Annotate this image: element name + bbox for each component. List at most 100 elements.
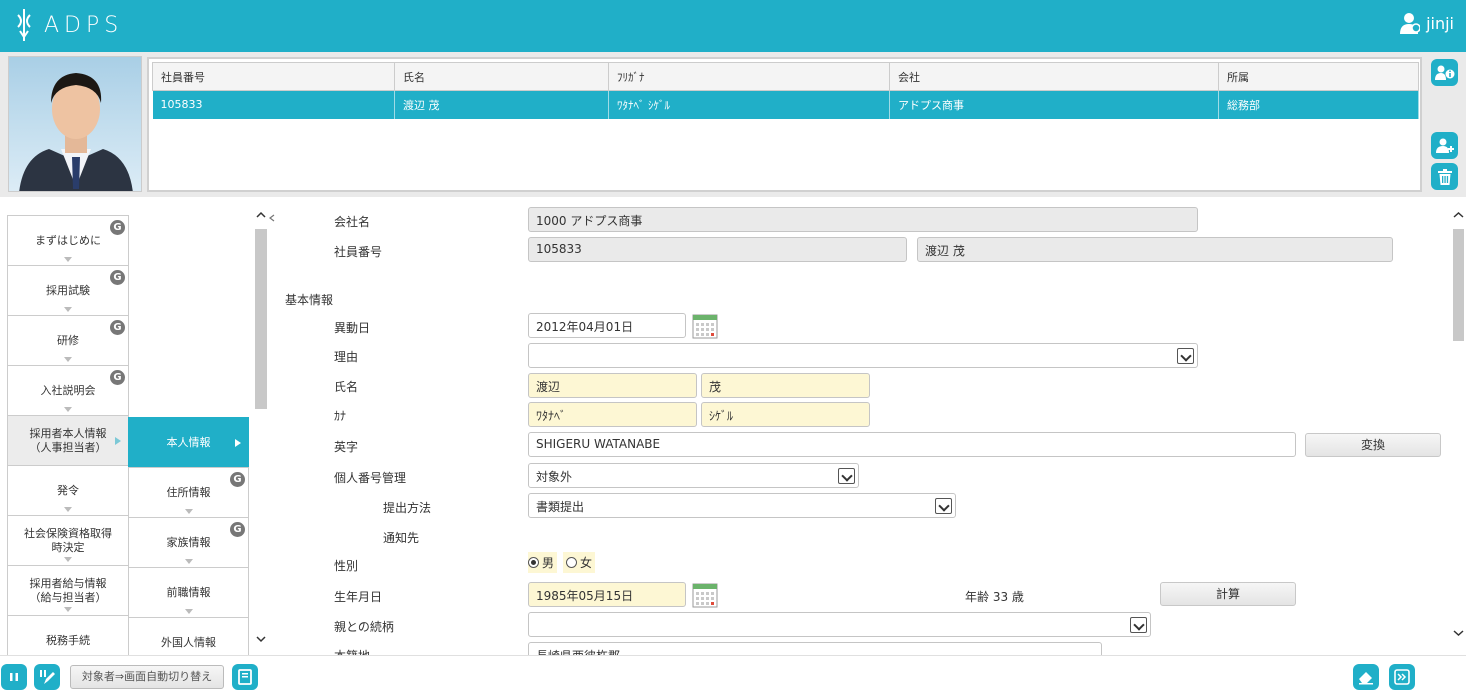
nav-item-recruitment-exam[interactable]: 採用試験 G bbox=[7, 265, 129, 315]
chevron-down-icon bbox=[64, 607, 72, 612]
user-menu[interactable]: jinji bbox=[1400, 12, 1454, 34]
gender-label: 性別 bbox=[334, 559, 359, 573]
gender-male-option[interactable]: 男 bbox=[528, 551, 558, 573]
section-basic-info: 基本情報 bbox=[285, 293, 334, 307]
calendar-icon[interactable] bbox=[692, 313, 718, 339]
col-header-dept[interactable]: 所属 bbox=[1218, 62, 1419, 91]
user-name: jinji bbox=[1426, 13, 1454, 33]
col-header-company[interactable]: 会社 bbox=[889, 62, 1219, 91]
eraser-icon bbox=[1359, 672, 1373, 685]
chevron-down-icon bbox=[64, 307, 72, 312]
chevron-down-icon bbox=[184, 559, 193, 564]
nav-label: 本人情報 bbox=[166, 435, 211, 449]
nav-label: 採用試験 bbox=[46, 283, 90, 297]
form-scrollbar[interactable] bbox=[1451, 197, 1466, 655]
roman-name-input[interactable]: SHIGERU WATANABE bbox=[528, 432, 1296, 457]
add-user-icon bbox=[1435, 138, 1454, 153]
user-info-icon bbox=[1434, 65, 1454, 80]
nav-item-hire-personal-info[interactable]: 採用者本人情報 （人事担当者） bbox=[7, 415, 129, 465]
company-label: 会社名 bbox=[334, 215, 371, 229]
gender-female-option[interactable]: 女 bbox=[563, 551, 596, 573]
edit-mode-button[interactable] bbox=[34, 664, 60, 690]
nav-scrollbar[interactable] bbox=[254, 207, 268, 647]
gender-female-label: 女 bbox=[580, 555, 593, 570]
transfer-date-label: 異動日 bbox=[334, 321, 371, 335]
collapse-arrow-icon[interactable] bbox=[269, 214, 275, 222]
company-field: 1000 アドプス商事 bbox=[528, 207, 1198, 232]
col-header-name[interactable]: 氏名 bbox=[394, 62, 609, 91]
domicile-input[interactable]: 長崎県西彼杵郡 bbox=[528, 642, 1102, 655]
chevron-down-icon bbox=[64, 407, 72, 412]
convert-button[interactable]: 変換 bbox=[1305, 433, 1441, 457]
mynumber-label: 個人番号管理 bbox=[334, 471, 407, 485]
nav-main-steps: まずはじめに G 採用試験 G 研修 G 入社説明会 G 採用者本人情報 （人事担当者）… bbox=[7, 215, 129, 665]
form-scroll-thumb[interactable] bbox=[1453, 229, 1464, 341]
radio-female[interactable] bbox=[566, 556, 578, 568]
scroll-down-icon[interactable] bbox=[1453, 629, 1464, 637]
book-button[interactable] bbox=[232, 664, 258, 690]
nav-item-social-insurance[interactable]: 社会保険資格取得 時決定 bbox=[7, 515, 129, 565]
submit-method-value: 書類提出 bbox=[536, 500, 585, 514]
employee-table: 社員番号 氏名 ﾌﾘｶﾞﾅ 会社 所属 105833 渡辺 茂 ﾜﾀﾅﾍﾞ ｼｹ… bbox=[152, 62, 1419, 119]
name-label: 氏名 bbox=[334, 380, 359, 394]
col-header-kana[interactable]: ﾌﾘｶﾞﾅ bbox=[608, 62, 890, 91]
nav-label: 研修 bbox=[57, 333, 79, 347]
g-badge-icon: G bbox=[110, 270, 125, 285]
scroll-up-icon[interactable] bbox=[256, 211, 266, 219]
pause-icon bbox=[10, 673, 18, 681]
transfer-date-input[interactable]: 2012年04月01日 bbox=[528, 313, 686, 338]
nav-item-appointment[interactable]: 発令 bbox=[7, 465, 129, 515]
col-header-empno[interactable]: 社員番号 bbox=[152, 62, 395, 91]
nav-label: まずはじめに bbox=[35, 233, 101, 247]
nav-sub-previous-job[interactable]: 前職情報 bbox=[128, 567, 249, 617]
notify-label: 通知先 bbox=[383, 531, 420, 545]
nav-item-getting-started[interactable]: まずはじめに G bbox=[7, 215, 129, 265]
nav-item-hire-salary-info[interactable]: 採用者給与情報 （給与担当者） bbox=[7, 565, 129, 615]
nav-label: 入社説明会 bbox=[40, 383, 96, 397]
app-logo[interactable]: ADPS bbox=[14, 6, 123, 44]
nav-sub-address-info[interactable]: 住所情報 G bbox=[128, 467, 249, 517]
next-screen-button[interactable] bbox=[1389, 664, 1415, 690]
last-kana-input[interactable]: ﾜﾀﾅﾍﾞ bbox=[528, 402, 697, 427]
g-badge-icon: G bbox=[110, 220, 125, 235]
chevron-down-icon bbox=[184, 609, 193, 614]
table-row[interactable]: 105833 渡辺 茂 ﾜﾀﾅﾍﾞ ｼｹﾞﾙ アドプス商事 総務部 bbox=[152, 90, 1419, 119]
nav-scroll-thumb[interactable] bbox=[255, 229, 267, 409]
nav-label: 発令 bbox=[57, 483, 79, 497]
submit-method-select[interactable]: 書類提出 bbox=[528, 493, 956, 518]
calc-age-button[interactable]: 計算 bbox=[1160, 582, 1296, 606]
nav-label: 採用者給与情報 （給与担当者） bbox=[29, 576, 107, 604]
forward-icon bbox=[1394, 669, 1410, 685]
delete-button[interactable] bbox=[1431, 163, 1458, 190]
g-badge-icon: G bbox=[110, 370, 125, 385]
nav-sub-family-info[interactable]: 家族情報 G bbox=[128, 517, 249, 567]
add-user-button[interactable] bbox=[1431, 132, 1458, 159]
first-name-input[interactable]: 茂 bbox=[701, 373, 870, 398]
nav-sub-steps: 本人情報 住所情報 G 家族情報 G 前職情報 外国人情報 bbox=[128, 417, 249, 667]
nav-item-orientation[interactable]: 入社説明会 G bbox=[7, 365, 129, 415]
calendar-icon[interactable] bbox=[692, 582, 718, 608]
gender-radio-group: 男 女 bbox=[528, 551, 596, 573]
last-name-input[interactable]: 渡辺 bbox=[528, 373, 697, 398]
radio-male[interactable] bbox=[528, 556, 539, 568]
scroll-down-icon[interactable] bbox=[256, 635, 266, 643]
first-kana-input[interactable]: ｼｹﾞﾙ bbox=[701, 402, 870, 427]
cell-kana: ﾜﾀﾅﾍﾞ ｼｹﾞﾙ bbox=[608, 90, 890, 119]
reason-select[interactable] bbox=[528, 343, 1198, 368]
submit-method-label: 提出方法 bbox=[383, 501, 432, 515]
cell-name: 渡辺 茂 bbox=[394, 90, 609, 119]
nav-label: 前職情報 bbox=[166, 585, 211, 599]
employee-info-button[interactable] bbox=[1431, 59, 1458, 86]
chevron-down-icon bbox=[1177, 348, 1194, 364]
relation-select[interactable] bbox=[528, 612, 1151, 637]
pause-button[interactable] bbox=[1, 664, 27, 690]
birth-date-input[interactable]: 1985年05月15日 bbox=[528, 582, 686, 607]
chevron-down-icon bbox=[184, 509, 193, 514]
auto-switch-button[interactable]: 対象者⇒画面自動切り替え bbox=[70, 665, 224, 689]
nav-item-training[interactable]: 研修 G bbox=[7, 315, 129, 365]
nav-sub-personal-info[interactable]: 本人情報 bbox=[128, 417, 249, 467]
mynumber-select[interactable]: 対象外 bbox=[528, 463, 859, 488]
g-badge-icon: G bbox=[230, 522, 245, 537]
eraser-button[interactable] bbox=[1353, 664, 1379, 690]
scroll-up-icon[interactable] bbox=[1453, 211, 1464, 219]
